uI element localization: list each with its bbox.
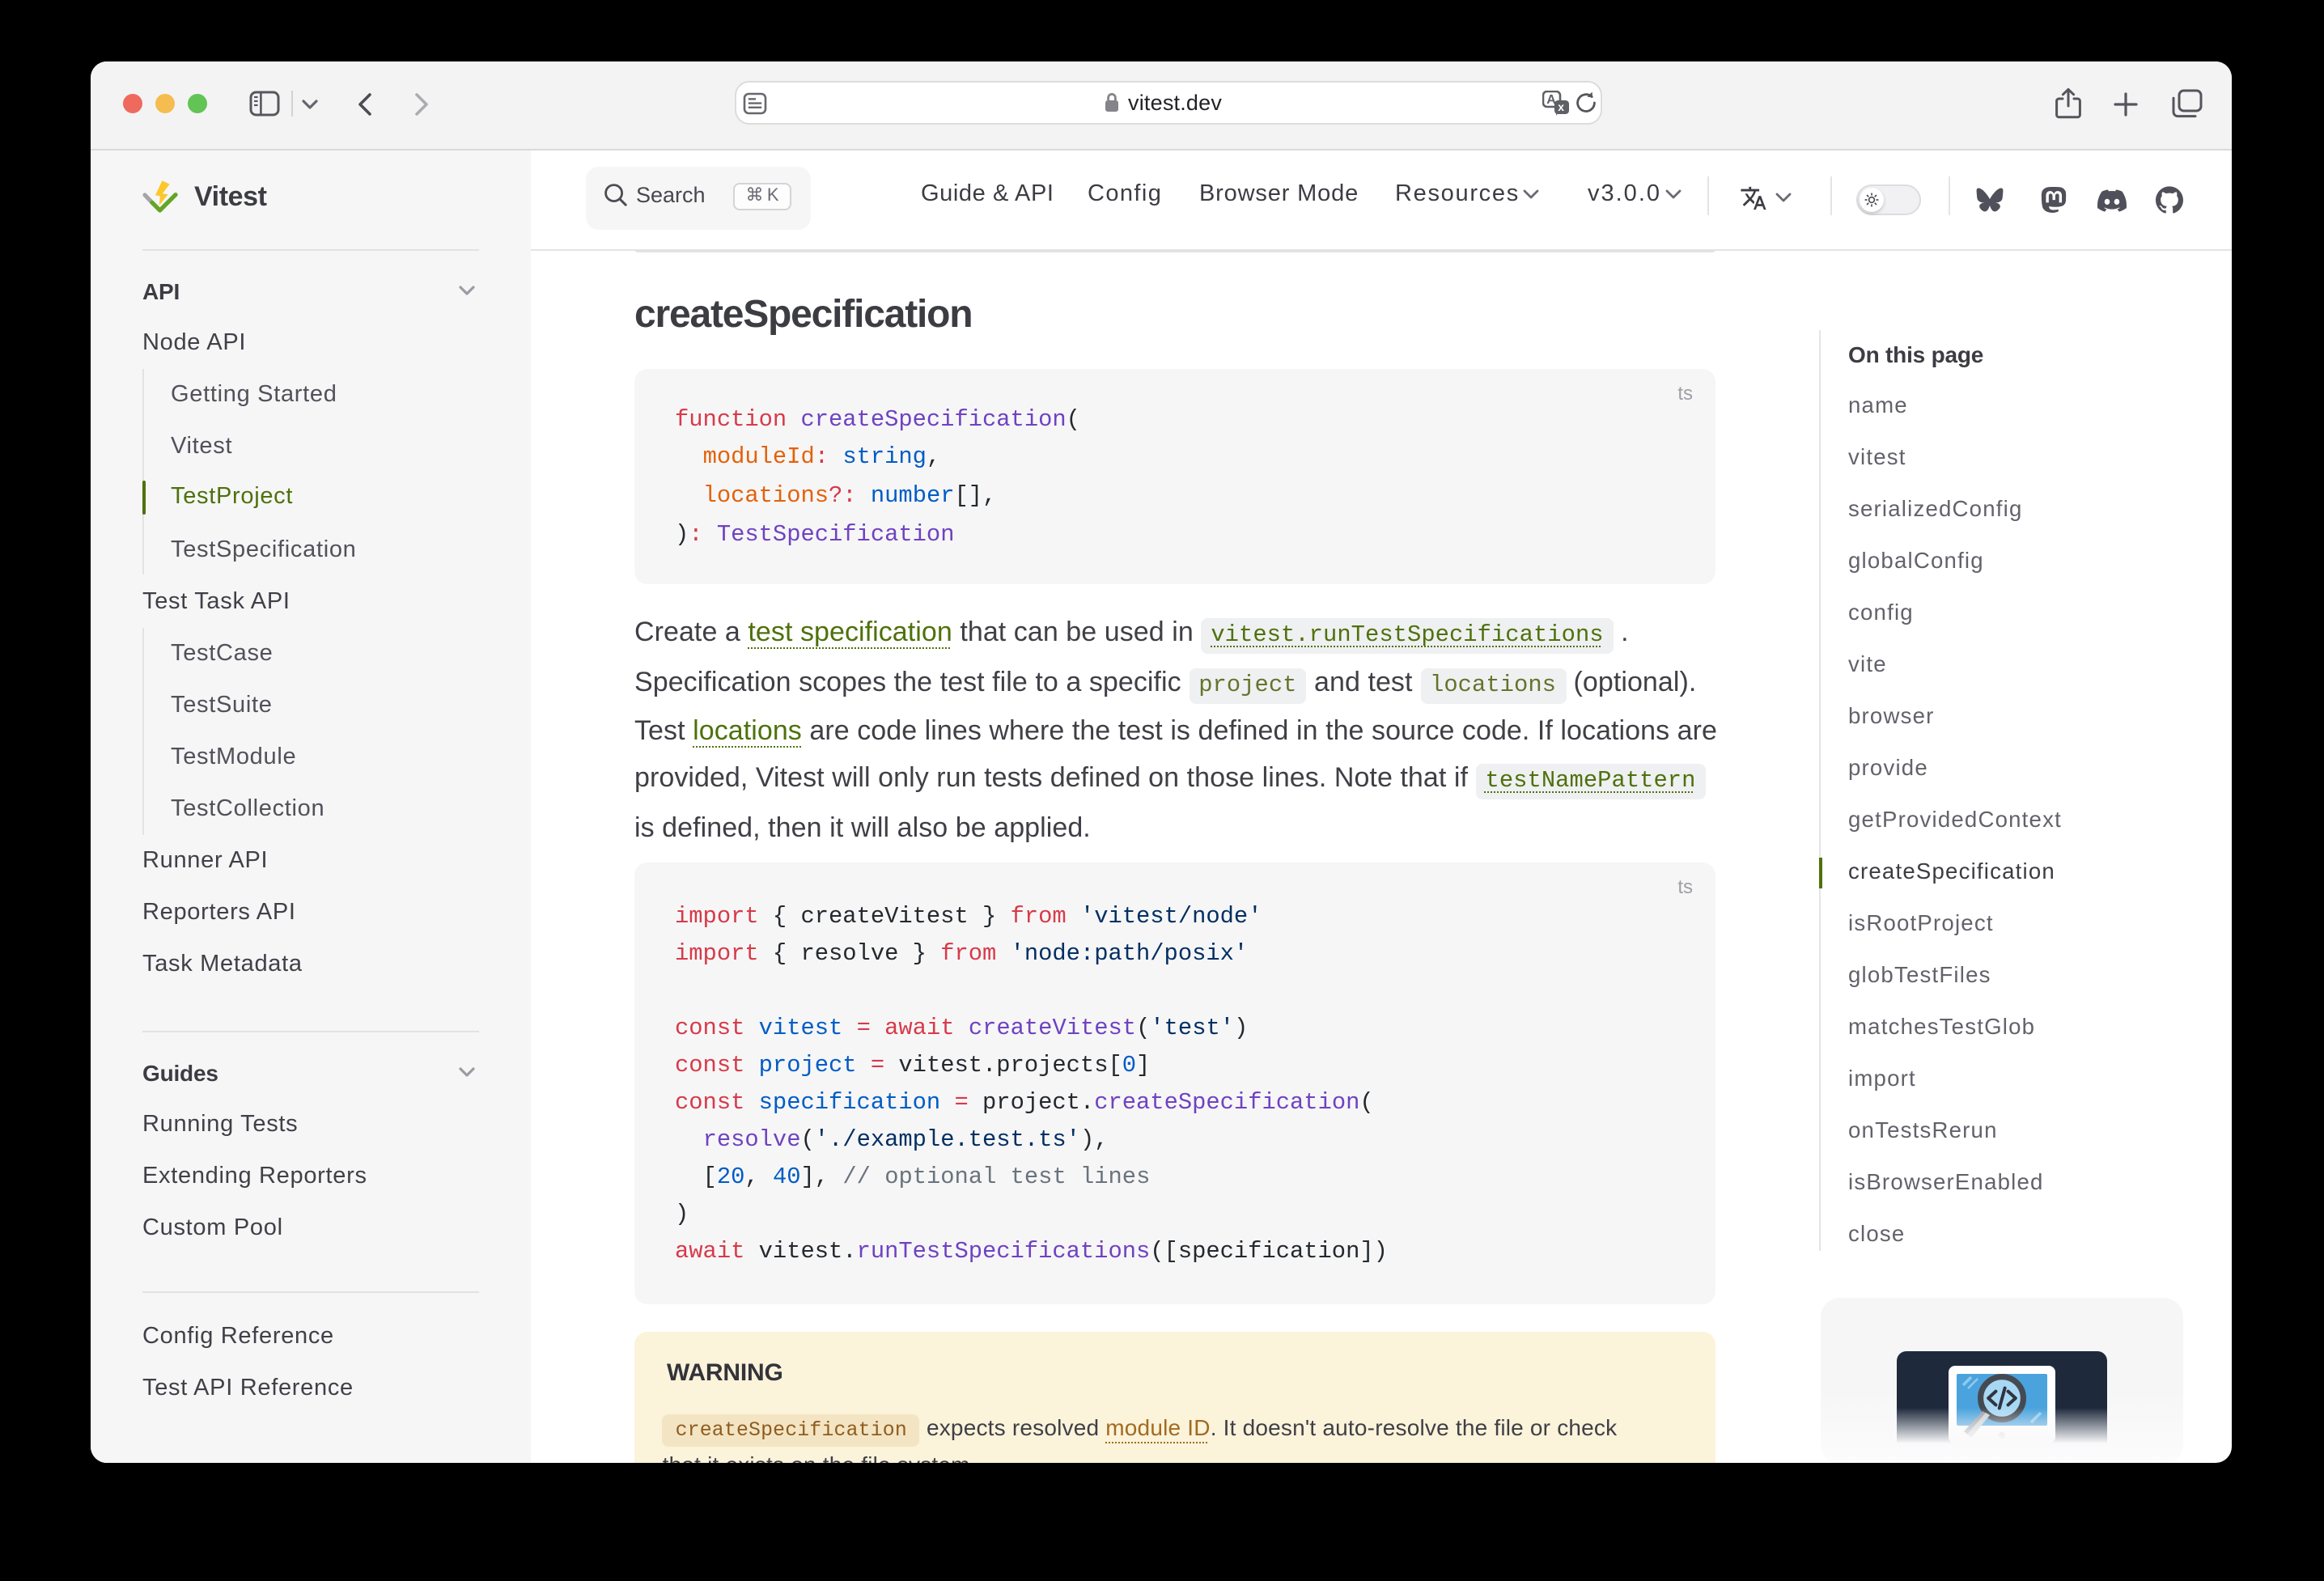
svg-text:x: x <box>1558 100 1564 112</box>
